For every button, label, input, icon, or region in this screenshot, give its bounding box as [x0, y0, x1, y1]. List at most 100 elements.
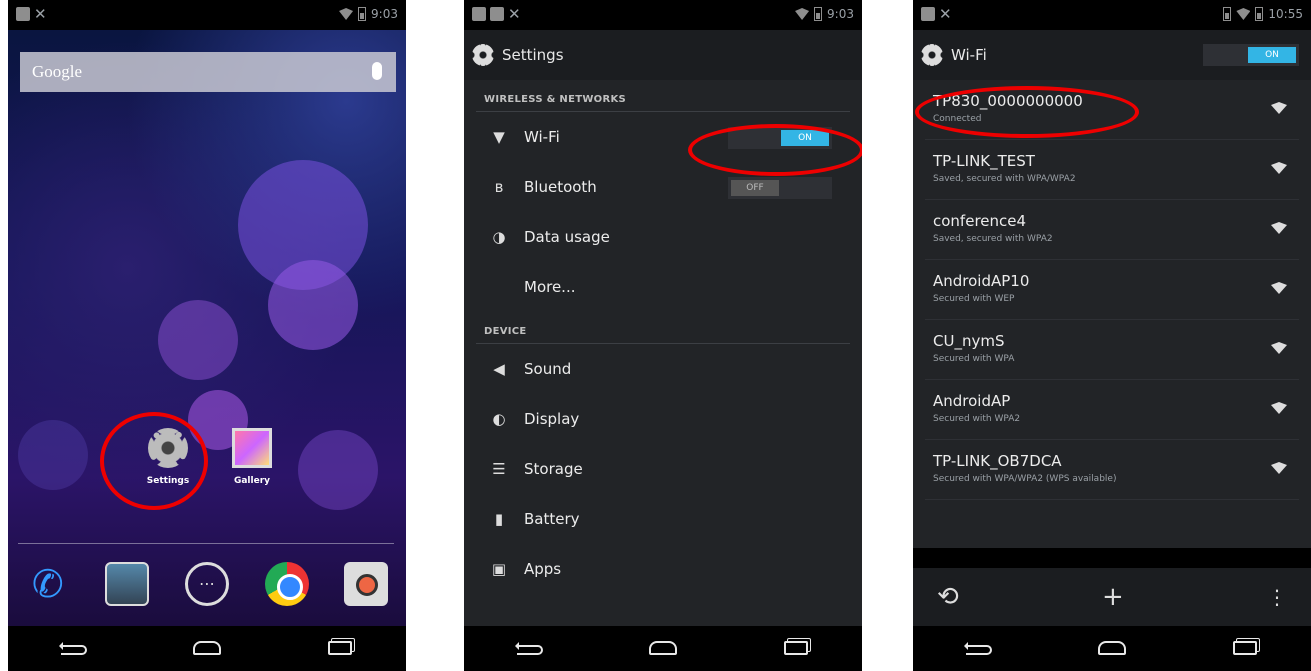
wifi-lock-icon — [1271, 402, 1287, 414]
home-icon — [192, 641, 221, 655]
wifi-phone: ✕ 10:55 Wi-Fi ON TP830_0000000000 Connec… — [913, 0, 1311, 671]
wifi-network-list: TP830_0000000000 Connected TP-LINK_TEST … — [913, 80, 1311, 548]
clock: 9:03 — [827, 7, 854, 21]
gear-icon — [472, 44, 494, 66]
network-ssid: TP830_0000000000 — [933, 92, 1083, 110]
page-title: Wi-Fi — [951, 46, 987, 64]
camera-icon[interactable] — [344, 562, 389, 606]
network-status: Secured with WPA/WPA2 (WPS available) — [933, 474, 1117, 484]
settings-item-label: Display — [524, 410, 580, 428]
settings-item-label: Storage — [524, 460, 583, 478]
settings-list: WIRELESS & NETWORKS ▼ Wi-Fi ON ʙ Bluetoo… — [464, 80, 862, 626]
wifi-network-item[interactable]: TP830_0000000000 Connected — [925, 80, 1299, 140]
home-button[interactable] — [177, 636, 237, 661]
recents-icon — [327, 641, 352, 655]
settings-item-apps[interactable]: ▣ Apps — [464, 544, 862, 594]
home-button[interactable] — [1082, 636, 1142, 661]
network-ssid: AndroidAP — [933, 392, 1011, 410]
status-bar: ✕ 10:55 — [913, 0, 1311, 30]
wps-button[interactable]: ⟲ — [937, 582, 959, 612]
back-button[interactable] — [500, 636, 560, 661]
home-icon — [648, 641, 677, 655]
settings-item-bluetooth[interactable]: ʙ Bluetooth OFF — [464, 162, 862, 212]
wifi-lock-icon — [1271, 222, 1287, 234]
bluetooth-toggle[interactable]: OFF — [728, 177, 832, 199]
network-ssid: CU_nymS — [933, 332, 1005, 350]
settings-app-label: Settings — [146, 476, 190, 486]
google-search-bar[interactable]: Google — [20, 52, 396, 92]
google-search-label: Google — [32, 62, 83, 81]
sound-icon: ◀ — [493, 360, 505, 378]
recents-icon — [1232, 641, 1257, 655]
network-status: Secured with WEP — [933, 294, 1015, 304]
gear-icon — [921, 44, 943, 66]
chrome-icon[interactable] — [264, 562, 309, 606]
toggle-knob: ON — [1248, 47, 1296, 63]
network-status: Secured with WPA — [933, 354, 1015, 364]
wifi-lock-icon — [1271, 342, 1287, 354]
recents-icon — [783, 641, 808, 655]
battery-icon — [814, 7, 823, 21]
recents-button[interactable] — [310, 636, 370, 661]
wifi-lock-icon — [1271, 282, 1287, 294]
recents-button[interactable] — [766, 636, 826, 661]
usb-debug-icon: ✕ — [508, 5, 521, 23]
network-ssid: TP-LINK_TEST — [933, 152, 1035, 170]
gallery-icon — [232, 428, 272, 468]
wifi-toggle[interactable]: ON — [728, 127, 832, 149]
back-button[interactable] — [44, 636, 104, 661]
network-status: Saved, secured with WPA2 — [933, 234, 1053, 244]
settings-item-storage[interactable]: ☰ Storage — [464, 444, 862, 494]
home-icon — [1097, 641, 1126, 655]
bluetooth-icon: ʙ — [494, 178, 504, 196]
wifi-network-item[interactable]: AndroidAP Secured with WPA2 — [925, 380, 1299, 440]
notification-icon — [472, 7, 486, 21]
wifi-signal-icon — [795, 8, 810, 20]
notification-icon — [16, 7, 30, 21]
data-usage-icon: ◑ — [492, 228, 506, 246]
settings-item-data-usage[interactable]: ◑ Data usage — [464, 212, 862, 262]
settings-item-wifi[interactable]: ▼ Wi-Fi ON — [464, 112, 862, 162]
vibrate-icon — [1223, 7, 1232, 21]
settings-item-sound[interactable]: ◀ Sound — [464, 344, 862, 394]
network-ssid: TP-LINK_OB7DCA — [933, 452, 1062, 470]
add-network-button[interactable]: + — [1102, 582, 1124, 612]
wifi-network-item[interactable]: conference4 Saved, secured with WPA2 — [925, 200, 1299, 260]
apps-icon[interactable]: ⋯ — [184, 562, 229, 606]
section-header-device: DEVICE — [476, 312, 850, 344]
wifi-lock-icon — [1271, 162, 1287, 174]
settings-item-more[interactable]: More... — [464, 262, 862, 312]
wifi-network-item[interactable]: TP-LINK_TEST Saved, secured with WPA/WPA… — [925, 140, 1299, 200]
gallery-app-label: Gallery — [233, 476, 271, 486]
usb-debug-icon: ✕ — [939, 5, 952, 23]
wifi-network-item[interactable]: AndroidAP10 Secured with WEP — [925, 260, 1299, 320]
home-button[interactable] — [633, 636, 693, 661]
wifi-signal-icon — [339, 8, 354, 20]
mic-icon[interactable] — [372, 62, 382, 80]
settings-item-label: More... — [524, 278, 576, 296]
phone-icon[interactable]: ✆ — [26, 562, 70, 606]
battery-settings-icon: ▮ — [494, 510, 504, 528]
page-title: Settings — [502, 46, 564, 64]
settings-item-label: Sound — [524, 360, 572, 378]
network-status: Secured with WPA2 — [933, 414, 1021, 424]
settings-app-icon[interactable]: Settings — [138, 428, 198, 486]
wifi-network-item[interactable]: TP-LINK_OB7DCA Secured with WPA/WPA2 (WP… — [925, 440, 1299, 500]
wifi-master-toggle[interactable]: ON — [1203, 44, 1299, 66]
recents-button[interactable] — [1215, 636, 1275, 661]
status-bar: ✕ 9:03 — [8, 0, 406, 30]
people-icon[interactable] — [105, 562, 150, 606]
notification-icon-2 — [490, 7, 504, 21]
apps-settings-icon: ▣ — [491, 560, 507, 578]
wifi-bottom-bar: ⟲ + ⋮ — [913, 568, 1311, 626]
battery-icon — [358, 7, 367, 21]
gallery-app-icon[interactable]: Gallery — [222, 428, 282, 486]
overflow-menu-button[interactable]: ⋮ — [1267, 585, 1287, 609]
network-ssid: conference4 — [933, 212, 1027, 230]
settings-item-battery[interactable]: ▮ Battery — [464, 494, 862, 544]
wifi-network-item[interactable]: CU_nymS Secured with WPA — [925, 320, 1299, 380]
settings-item-display[interactable]: ◐ Display — [464, 394, 862, 444]
wifi-signal-icon — [1236, 8, 1251, 20]
navigation-bar — [464, 626, 862, 671]
back-button[interactable] — [949, 636, 1009, 661]
